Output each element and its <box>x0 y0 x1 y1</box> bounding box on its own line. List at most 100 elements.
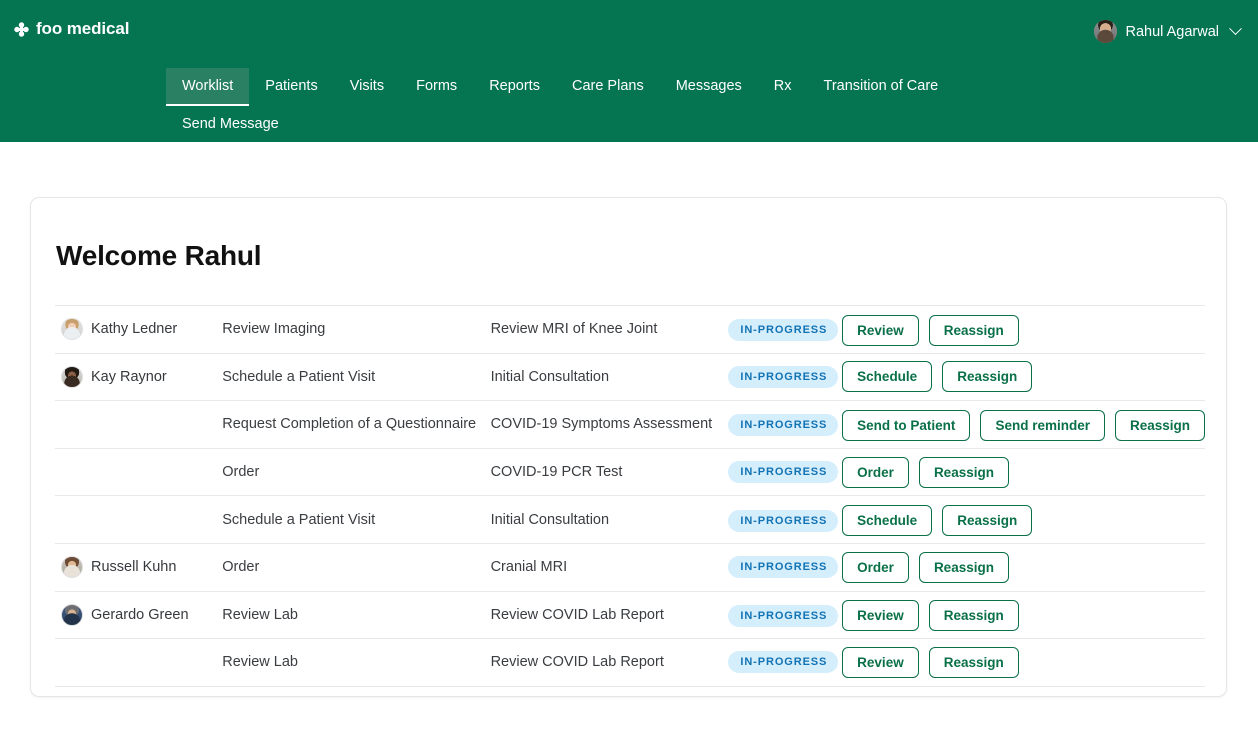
page-title: Welcome Rahul <box>56 240 262 271</box>
user-avatar <box>1093 20 1117 43</box>
action-button-group: Schedule Reassign <box>842 361 1205 393</box>
action-button-group: Order Reassign <box>842 551 1205 583</box>
chevron-down-icon[interactable] <box>1229 22 1242 36</box>
reassign-button[interactable]: Reassign <box>918 456 1009 488</box>
cell-task-type: Schedule a Patient Visit <box>222 353 490 401</box>
task-type-text: Schedule a Patient Visit <box>222 368 376 385</box>
cell-patient: Kathy Ledner <box>55 306 222 354</box>
cell-patient <box>55 496 222 544</box>
cell-task-type: Request Completion of a Questionnaire <box>222 401 490 449</box>
nav-item-messages[interactable]: Messages <box>660 68 758 106</box>
cell-actions: Schedule Reassign <box>842 496 1205 544</box>
reassign-button[interactable]: Reassign <box>928 314 1019 346</box>
patient-identity: Kathy Ledner <box>61 318 222 341</box>
schedule-button[interactable]: Schedule <box>842 505 933 537</box>
table-row: Kay Raynor Schedule a Patient Visit Initia… <box>55 353 1205 401</box>
nav-item-reports[interactable]: Reports <box>473 68 556 106</box>
patient-name: Russell Kuhn <box>91 559 177 576</box>
action-button-group: Schedule Reassign <box>842 505 1205 537</box>
cell-task-description: Review MRI of Knee Joint <box>491 306 729 354</box>
cell-patient <box>55 401 222 449</box>
review-button[interactable]: Review <box>842 600 919 632</box>
table-row: Kathy Ledner Review Imaging Review MRI of … <box>55 305 1205 354</box>
avatar <box>61 603 83 626</box>
review-button[interactable]: Review <box>842 314 919 346</box>
task-description-text: Initial Consultation <box>490 511 610 528</box>
worklist-card: Welcome Rahul Kathy Ledner Review Imaging… <box>30 197 1227 697</box>
table-row: Review Lab Review COVID Lab Report IN-PROG… <box>55 638 1205 687</box>
cell-task-type: Review Lab <box>222 639 490 687</box>
nav-item-forms[interactable]: Forms <box>400 68 473 106</box>
cell-status: IN-PROGRESS <box>728 401 842 449</box>
patient-name: Kathy Ledner <box>91 321 178 338</box>
cell-status: IN-PROGRESS <box>728 639 842 687</box>
table-row: Gerardo Green Review Lab Review COVID Lab … <box>55 591 1205 639</box>
action-button-group: Order Reassign <box>842 456 1205 488</box>
reassign-button[interactable]: Reassign <box>928 600 1019 632</box>
patient-name: Gerardo Green <box>91 606 189 623</box>
nav-item-patients[interactable]: Patients <box>249 68 333 106</box>
status-badge: IN-PROGRESS <box>728 461 839 484</box>
reassign-button[interactable]: Reassign <box>1114 409 1205 441</box>
status-badge: IN-PROGRESS <box>728 604 839 627</box>
cell-status: IN-PROGRESS <box>728 448 842 496</box>
task-description-text: Review COVID Lab Report <box>490 606 664 623</box>
status-badge: IN-PROGRESS <box>728 319 839 342</box>
reassign-button[interactable]: Reassign <box>942 361 1033 393</box>
task-type-text: Order <box>222 559 260 576</box>
user-menu[interactable]: Rahul Agarwal <box>1093 20 1242 43</box>
reassign-button[interactable]: Reassign <box>928 646 1019 678</box>
cell-actions: Order Reassign <box>842 543 1205 591</box>
send-reminder-button[interactable]: Send reminder <box>980 409 1105 441</box>
cell-actions: Schedule Reassign <box>842 353 1205 401</box>
avatar <box>61 556 83 579</box>
reassign-button[interactable]: Reassign <box>918 551 1009 583</box>
nav-item-transition-of-care[interactable]: Transition of Care <box>808 68 955 106</box>
task-description-text: COVID-19 Symptoms Assessment <box>490 416 713 433</box>
action-button-group: Review Reassign <box>842 646 1205 678</box>
cell-status: IN-PROGRESS <box>728 591 842 639</box>
cell-task-description: Review COVID Lab Report <box>491 639 729 687</box>
brand-logo[interactable]: foo medical <box>14 19 129 39</box>
cell-task-type: Order <box>222 543 490 591</box>
schedule-button[interactable]: Schedule <box>842 361 933 393</box>
cell-task-description: Initial Consultation <box>491 353 729 401</box>
cell-task-description: Initial Consultation <box>491 496 729 544</box>
task-description-text: COVID-19 PCR Test <box>490 464 623 481</box>
clover-cross-icon <box>14 21 29 37</box>
review-button[interactable]: Review <box>842 646 919 678</box>
nav-item-care-plans[interactable]: Care Plans <box>556 68 660 106</box>
task-type-text: Order <box>222 464 260 481</box>
order-button[interactable]: Order <box>842 551 909 583</box>
cell-task-type: Schedule a Patient Visit <box>222 496 490 544</box>
nav-item-send-message[interactable]: Send Message <box>166 106 295 144</box>
nav-item-worklist[interactable]: Worklist <box>166 68 250 106</box>
action-button-group: Review Reassign <box>842 600 1205 632</box>
table-row: Request Completion of a Questionnaire COV… <box>55 400 1205 449</box>
cell-task-description: COVID-19 Symptoms Assessment <box>491 401 729 449</box>
send-to-patient-button[interactable]: Send to Patient <box>842 409 971 441</box>
patient-name: Kay Raynor <box>91 368 167 385</box>
avatar <box>61 318 83 341</box>
action-button-group: Review Reassign <box>842 314 1205 346</box>
patient-identity: Gerardo Green <box>61 603 222 626</box>
task-description-text: Review COVID Lab Report <box>490 654 664 671</box>
task-type-text: Review Imaging <box>222 321 326 338</box>
cell-patient: Russell Kuhn <box>55 543 222 591</box>
task-description-text: Cranial MRI <box>490 559 568 576</box>
task-type-text: Review Lab <box>222 606 298 623</box>
task-type-text: Review Lab <box>222 654 298 671</box>
cell-actions: Send to Patient Send reminder Reassign <box>842 401 1205 449</box>
worklist-table: Kathy Ledner Review Imaging Review MRI of … <box>55 305 1205 687</box>
cell-task-type: Order <box>222 448 490 496</box>
status-badge: IN-PROGRESS <box>728 509 839 532</box>
nav-item-rx[interactable]: Rx <box>758 68 808 106</box>
cell-status: IN-PROGRESS <box>728 306 842 354</box>
avatar <box>61 365 83 388</box>
table-row: Schedule a Patient Visit Initial Consulta… <box>55 495 1205 544</box>
cell-status: IN-PROGRESS <box>728 496 842 544</box>
nav-item-visits[interactable]: Visits <box>334 68 400 106</box>
cell-task-description: Review COVID Lab Report <box>491 591 729 639</box>
reassign-button[interactable]: Reassign <box>942 505 1033 537</box>
order-button[interactable]: Order <box>842 456 909 488</box>
